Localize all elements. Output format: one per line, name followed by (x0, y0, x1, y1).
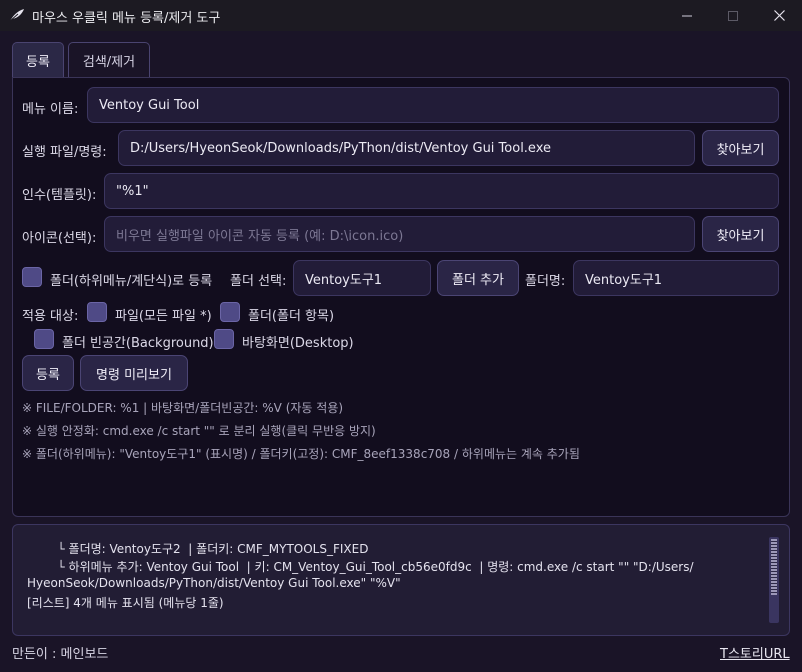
note-placeholder-rule: ※ FILE/FOLDER: %1 | 바탕화면/폴더빈공간: %V (자동 적… (22, 401, 344, 415)
exec-path-label: 실행 파일/명령: (22, 145, 107, 160)
folder-select-combo[interactable]: Ventoy도구1 (293, 260, 431, 296)
menu-name-label: 메뉴 이름: (22, 102, 79, 117)
args-label: 인수(템플릿): (22, 188, 97, 203)
log-output[interactable]: └ 폴더명: Ventoy도구2 | 폴더키: CMF_MYTOOLS_FIXE… (12, 524, 790, 636)
maximize-button[interactable] (710, 0, 756, 31)
tistory-link[interactable]: T스토리URL (720, 643, 790, 662)
title-bar[interactable]: 마우스 우클릭 메뉴 등록/제거 도구 (0, 0, 802, 31)
folder-name-input[interactable]: Ventoy도구1 (573, 260, 779, 296)
icon-path-input[interactable]: 비우면 실행파일 아이콘 자동 등록 (예: D:\icon.ico) (104, 216, 695, 252)
note-folder-key: ※ 폴더(하위메뉴): "Ventoy도구1" (표시명) / 폴더키(고정):… (22, 447, 580, 461)
maximize-icon (728, 10, 738, 21)
author-label: 만든이 : 메인보드 (12, 647, 109, 662)
folder-select-label: 폴더 선택: (230, 274, 287, 289)
exec-path-input[interactable]: D:/Users/HyeonSeok/Downloads/PyThon/dist… (118, 130, 695, 166)
tab-register[interactable]: 등록 (12, 42, 64, 77)
log-scrollbar-thumb[interactable] (771, 539, 777, 595)
target-file-checkbox[interactable] (87, 302, 107, 322)
window-title: 마우스 우클릭 메뉴 등록/제거 도구 (32, 11, 221, 26)
target-folder-label: 폴더(폴더 항목) (248, 309, 335, 324)
menu-name-input[interactable]: Ventoy Gui Tool (87, 87, 779, 123)
target-background-checkbox[interactable] (34, 329, 54, 349)
minimize-icon (682, 15, 692, 16)
note-exec-stability: ※ 실행 안정화: cmd.exe /c start "" 로 분리 실행(클릭… (22, 424, 376, 438)
browse-exec-button[interactable]: 찾아보기 (702, 130, 779, 166)
log-line: [리스트] 4개 메뉴 표시됨 (메뉴당 1줄) (27, 596, 224, 610)
folder-name-label: 폴더명: (525, 274, 566, 289)
add-folder-button[interactable]: 폴더 추가 (437, 260, 519, 296)
args-input[interactable]: "%1" (104, 173, 779, 209)
close-button[interactable] (756, 0, 802, 31)
minimize-button[interactable] (664, 0, 710, 31)
tab-search-remove[interactable]: 검색/제거 (68, 42, 150, 77)
folder-submenu-label: 폴더(하위메뉴/계단식)로 등록 (50, 274, 213, 289)
folder-submenu-checkbox[interactable] (22, 267, 42, 287)
target-folder-checkbox[interactable] (220, 302, 240, 322)
target-desktop-label: 바탕화면(Desktop) (242, 336, 354, 351)
close-icon (773, 10, 785, 21)
preview-command-button[interactable]: 명령 미리보기 (80, 355, 188, 391)
target-background-label: 폴더 빈공간(Background) (62, 336, 214, 351)
log-line: └ 하위메뉴 추가: Ventoy Gui Tool | 키: CM_Vento… (27, 560, 694, 574)
log-line: HyeonSeok/Downloads/PyThon/dist/Ventoy G… (27, 576, 401, 590)
icon-label: 아이콘(선택): (22, 231, 97, 246)
feather-icon (9, 9, 24, 22)
log-line: └ 폴더명: Ventoy도구2 | 폴더키: CMF_MYTOOLS_FIXE… (27, 542, 369, 556)
browse-icon-button[interactable]: 찾아보기 (702, 216, 779, 252)
target-file-label: 파일(모든 파일 *) (115, 309, 212, 324)
target-label: 적용 대상: (22, 309, 79, 324)
register-button[interactable]: 등록 (22, 355, 74, 391)
target-desktop-checkbox[interactable] (214, 329, 234, 349)
